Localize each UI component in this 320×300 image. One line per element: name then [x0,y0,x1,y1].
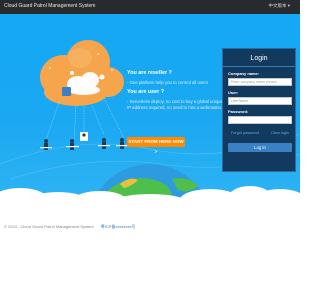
company-label: Company name: [228,71,260,76]
top-navbar: Cloud Guard Patrol Management System 中文版… [0,0,300,14]
password-label: Password: [228,109,249,114]
login-links: Forgot password Clear login [223,131,295,139]
pitch-text: You are reseller ? - One platform help y… [127,70,227,112]
user-input[interactable]: UserName [228,97,292,105]
user-text: - Serverless deploy, no cost to buy a gl… [127,99,223,111]
footer: © 2024 - Cloud Guard Patrol Management S… [4,224,296,230]
login-panel: Login Company name: Enter company name p… [222,48,296,172]
start-button[interactable]: START FROM HERE NOW > [127,137,185,154]
company-input[interactable]: Enter company name please [228,78,292,86]
password-input[interactable] [228,116,292,124]
reseller-title: You are reseller ? [127,70,172,76]
login-title: Login [250,55,268,62]
cloud-label: Cloud Guard [80,76,100,80]
forgot-password-link[interactable]: Forgot password [231,131,259,135]
copyright-text: © 2024 - Cloud Guard Patrol Management S… [4,224,94,229]
login-button[interactable]: Log In [228,143,292,152]
orange-cloud-icon [40,40,124,106]
icp-link[interactable]: 粤ICP备xxxxxxxx号 [101,224,136,229]
user-label: User: [228,90,239,95]
divider [223,66,295,67]
brand-title[interactable]: Cloud Guard Patrol Management System [4,3,95,9]
users-icon [40,132,128,150]
language-switcher[interactable]: 中文版本 ▾ [268,3,290,9]
user-title: You are user ? [127,89,165,96]
clear-login-link[interactable]: Clear login [271,131,289,135]
hero-banner: Cloud Guard You are reseller ? - One pla… [0,14,300,205]
